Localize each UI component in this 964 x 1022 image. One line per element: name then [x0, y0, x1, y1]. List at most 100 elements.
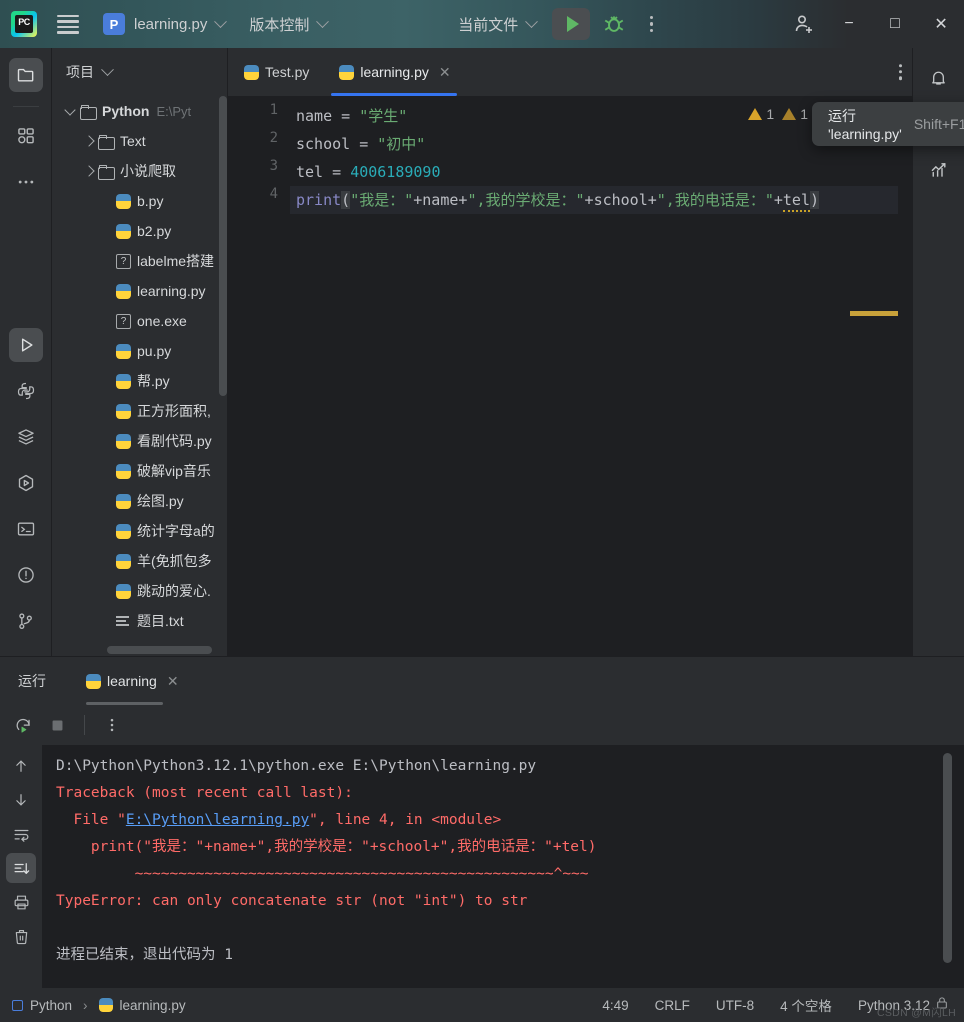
more-options-button[interactable] [640, 10, 662, 38]
project-name: learning.py [134, 15, 208, 33]
tree-item[interactable]: 正方形面积, [52, 396, 227, 426]
vcs-label: 版本控制 [249, 16, 310, 34]
debug-button[interactable] [600, 10, 628, 38]
watermark: CSDN @M闪LH [877, 1007, 956, 1019]
tree-horizontal-scrollbar[interactable] [107, 646, 212, 654]
project-tree[interactable]: Python E:\Pyt Text 小说爬取 b.py b2.py? labelme搭建 l… [52, 96, 227, 656]
tree-item[interactable]: 羊(免抓包多 [52, 546, 227, 576]
tree-item[interactable]: Python E:\Pyt [52, 96, 227, 126]
rerun-icon[interactable] [8, 710, 38, 740]
python-file-icon [116, 193, 131, 209]
profiler-icon[interactable] [922, 152, 956, 186]
code-token: tel [296, 163, 324, 181]
tree-item[interactable]: Text [52, 126, 227, 156]
code-line[interactable]: tel = 4006189090 [296, 158, 441, 186]
tree-item[interactable]: 看剧代码.py [52, 426, 227, 456]
scroll-to-end-icon[interactable] [6, 853, 36, 883]
code-line[interactable]: print("我是："+name+",我的学校是："+school+",我的电话… [290, 186, 912, 214]
run-button[interactable] [552, 8, 591, 40]
main-menu-icon[interactable] [53, 9, 83, 39]
vcs-widget[interactable]: 版本控制 [249, 14, 330, 35]
code-token: 4006189090 [350, 163, 441, 181]
soft-wrap-icon[interactable] [6, 819, 36, 849]
tree-vertical-scrollbar[interactable] [219, 96, 227, 396]
chevron-right-icon[interactable] [82, 134, 96, 148]
project-selector[interactable]: P learning.py [83, 13, 228, 35]
run-tab-learning[interactable]: learning ✕ [86, 657, 179, 705]
tree-item[interactable]: 帮.py [52, 366, 227, 396]
tree-item-label: 帮.py [137, 373, 170, 389]
code-editor[interactable]: 1234 name = "学生" school = "初中" tel = 40061… [228, 96, 912, 656]
code-line[interactable]: school = "初中" [296, 130, 425, 158]
tree-item[interactable]: pu.py [52, 336, 227, 366]
tree-item[interactable]: 破解vip音乐 [52, 456, 227, 486]
code-content[interactable]: name = "学生" school = "初中" tel = 4006189090… [290, 96, 912, 656]
editor-tab[interactable]: Test.py [228, 48, 323, 96]
caret-position[interactable]: 4:49 [602, 998, 628, 1013]
python-file-icon [98, 998, 113, 1012]
python-file-icon [86, 673, 101, 689]
tree-item[interactable]: 统计字母a的 [52, 516, 227, 546]
print-icon[interactable] [6, 887, 36, 917]
maximize-button[interactable]: □ [872, 0, 918, 48]
tree-item[interactable]: 小说爬取 [52, 156, 227, 186]
run-tab-close-icon[interactable]: ✕ [167, 673, 179, 690]
code-token: ) [810, 191, 820, 209]
tree-item-label: Python [102, 103, 150, 119]
tree-item[interactable]: b.py [52, 186, 227, 216]
tree-item[interactable]: b2.py [52, 216, 227, 246]
editor-scrollbar-rail[interactable] [898, 96, 912, 656]
project-tool-icon[interactable] [8, 58, 43, 92]
python-packages-icon[interactable] [9, 466, 43, 500]
tree-item[interactable]: 跳动的爱心. [52, 576, 227, 606]
console-line: TypeError: can only concatenate str (not… [56, 893, 528, 909]
terminal-icon[interactable] [9, 512, 43, 546]
tree-item-label: labelme搭建 [137, 253, 215, 269]
code-line[interactable]: name = "学生" [296, 102, 407, 130]
notifications-icon[interactable] [922, 60, 956, 94]
clear-all-icon[interactable] [6, 921, 36, 951]
run-tool-icon[interactable] [8, 328, 43, 362]
account-button[interactable] [782, 0, 826, 48]
tree-item[interactable]: learning.py [52, 276, 227, 306]
stop-icon[interactable] [42, 710, 72, 740]
breadcrumb-file[interactable]: learning.py [120, 998, 186, 1013]
editor-tab[interactable]: learning.py ✕ [323, 48, 464, 96]
problems-icon[interactable] [9, 558, 43, 592]
scroll-down-icon[interactable] [6, 785, 36, 815]
python-file-icon [116, 523, 131, 539]
breadcrumb-root[interactable]: Python [30, 998, 72, 1013]
version-control-icon[interactable] [9, 604, 43, 638]
line-separator[interactable]: CRLF [655, 998, 690, 1013]
status-breadcrumb[interactable]: Python › learning.py [12, 998, 186, 1013]
project-panel-header[interactable]: 项目 [52, 48, 227, 96]
console-output[interactable]: D:\Python\Python3.12.1\python.exe E:\Pyt… [42, 745, 964, 988]
tree-item[interactable]: 题目.txt [52, 606, 227, 636]
close-button[interactable]: ✕ [918, 0, 964, 48]
main-body: 项目 Python E:\Pyt Text 小说爬取 b.py b2.py? labelme… [0, 48, 964, 656]
editor-warning-marker[interactable] [850, 311, 898, 316]
minimize-button[interactable]: − [826, 0, 872, 48]
python-file-icon [116, 223, 131, 239]
console-options-icon[interactable] [97, 710, 127, 740]
more-tools-icon[interactable] [9, 165, 43, 199]
tree-item[interactable]: ? one.exe [52, 306, 227, 336]
tab-options-icon[interactable] [898, 64, 902, 80]
structure-tool-icon[interactable] [9, 119, 43, 153]
file-encoding[interactable]: UTF-8 [716, 998, 754, 1013]
services-icon[interactable] [9, 420, 43, 454]
python-file-icon [116, 373, 131, 389]
indent-setting[interactable]: 4 个空格 [780, 995, 832, 1015]
chevron-down-icon[interactable] [64, 104, 78, 118]
file-link[interactable]: E:\Python\learning.py [126, 812, 309, 828]
run-tool-window: 运行 learning ✕ D:\Python\Python3.12.1\pyt… [0, 656, 964, 988]
python-console-icon[interactable] [9, 374, 43, 408]
scroll-up-icon[interactable] [6, 751, 36, 781]
console-scrollbar[interactable] [943, 753, 952, 963]
tree-item[interactable]: 绘图.py [52, 486, 227, 516]
chevron-right-icon[interactable] [82, 164, 96, 178]
run-configuration-selector[interactable]: 当前文件 [449, 14, 539, 35]
tree-item[interactable]: ? labelme搭建 [52, 246, 227, 276]
close-icon[interactable]: ✕ [439, 64, 451, 81]
